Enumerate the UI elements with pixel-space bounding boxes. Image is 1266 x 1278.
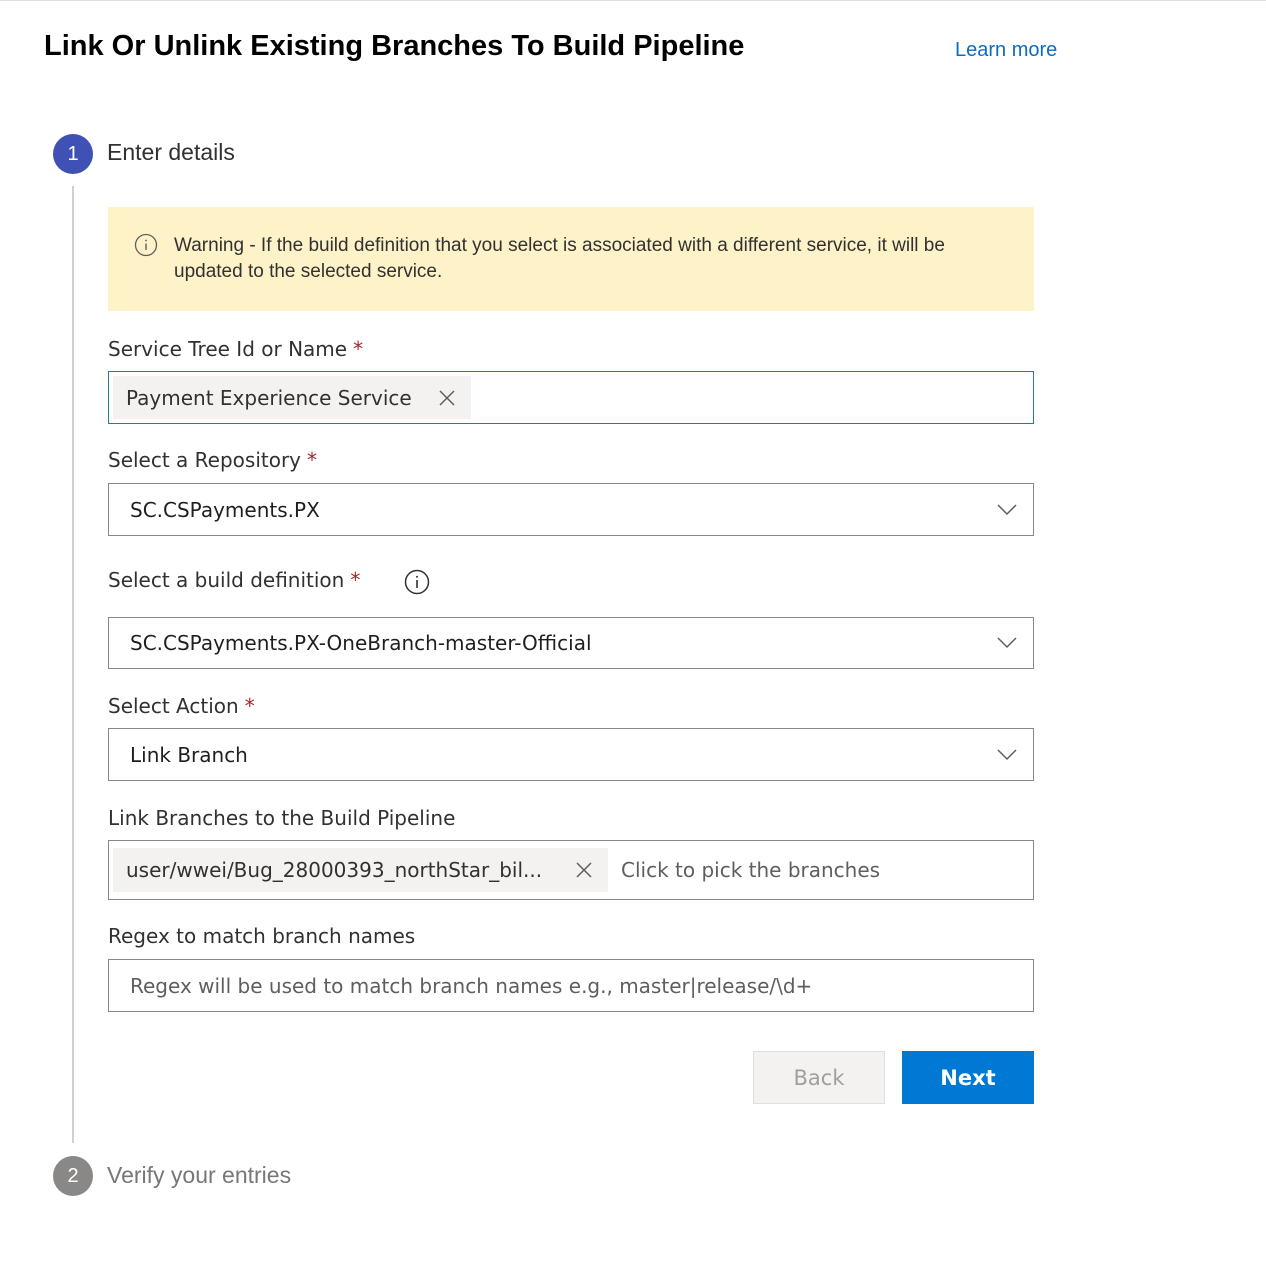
action-label: Select Action * <box>108 694 255 718</box>
close-icon[interactable] <box>438 389 456 407</box>
info-icon[interactable] <box>404 569 430 595</box>
warning-banner: Warning - If the build definition that y… <box>108 207 1034 311</box>
chevron-down-icon <box>997 748 1017 760</box>
page-title: Link Or Unlink Existing Branches To Buil… <box>44 30 745 62</box>
build-definition-dropdown[interactable]: SC.CSPayments.PX-OneBranch-master-Offici… <box>108 617 1034 669</box>
stepper-line <box>72 186 74 1143</box>
action-dropdown[interactable]: Link Branch <box>108 728 1034 781</box>
top-divider <box>0 0 1266 1</box>
repository-dropdown[interactable]: SC.CSPayments.PX <box>108 483 1034 536</box>
service-tag: Payment Experience Service <box>113 376 471 419</box>
step-2-indicator: 2 <box>53 1156 93 1196</box>
learn-more-link[interactable]: Learn more <box>955 39 1057 62</box>
branches-label: Link Branches to the Build Pipeline <box>108 806 456 830</box>
step-1-label: Enter details <box>107 139 235 165</box>
action-value: Link Branch <box>130 742 248 767</box>
chevron-down-icon <box>997 503 1017 515</box>
warning-text: Warning - If the build definition that y… <box>174 235 945 282</box>
required-mark: * <box>244 694 255 718</box>
branches-picker[interactable]: user/wwei/Bug_28000393_northStar_bil... … <box>108 840 1034 900</box>
repository-label: Select a Repository * <box>108 448 318 472</box>
required-mark: * <box>350 568 361 592</box>
close-icon[interactable] <box>575 861 593 879</box>
next-button[interactable]: Next <box>902 1051 1034 1104</box>
build-definition-label: Select a build definition * <box>108 568 361 592</box>
back-button[interactable]: Back <box>753 1051 885 1104</box>
regex-label: Regex to match branch names <box>108 924 416 948</box>
regex-placeholder: Regex will be used to match branch names… <box>130 973 813 998</box>
required-mark: * <box>353 337 364 361</box>
regex-input[interactable]: Regex will be used to match branch names… <box>108 959 1034 1012</box>
branch-tag: user/wwei/Bug_28000393_northStar_bil... <box>113 848 608 892</box>
branches-placeholder[interactable]: Click to pick the branches <box>621 858 880 882</box>
build-definition-value: SC.CSPayments.PX-OneBranch-master-Offici… <box>130 631 592 655</box>
service-label: Service Tree Id or Name * <box>108 337 364 361</box>
repository-value: SC.CSPayments.PX <box>130 497 320 522</box>
branch-tag-label: user/wwei/Bug_28000393_northStar_bil... <box>126 858 543 882</box>
step-2-label[interactable]: Verify your entries <box>107 1162 291 1189</box>
step-1-indicator: 1 <box>53 134 93 174</box>
chevron-down-icon <box>997 637 1017 649</box>
required-mark: * <box>307 448 318 472</box>
info-icon <box>134 233 158 257</box>
service-picker[interactable]: Payment Experience Service <box>108 371 1034 424</box>
service-tag-label: Payment Experience Service <box>126 385 412 410</box>
